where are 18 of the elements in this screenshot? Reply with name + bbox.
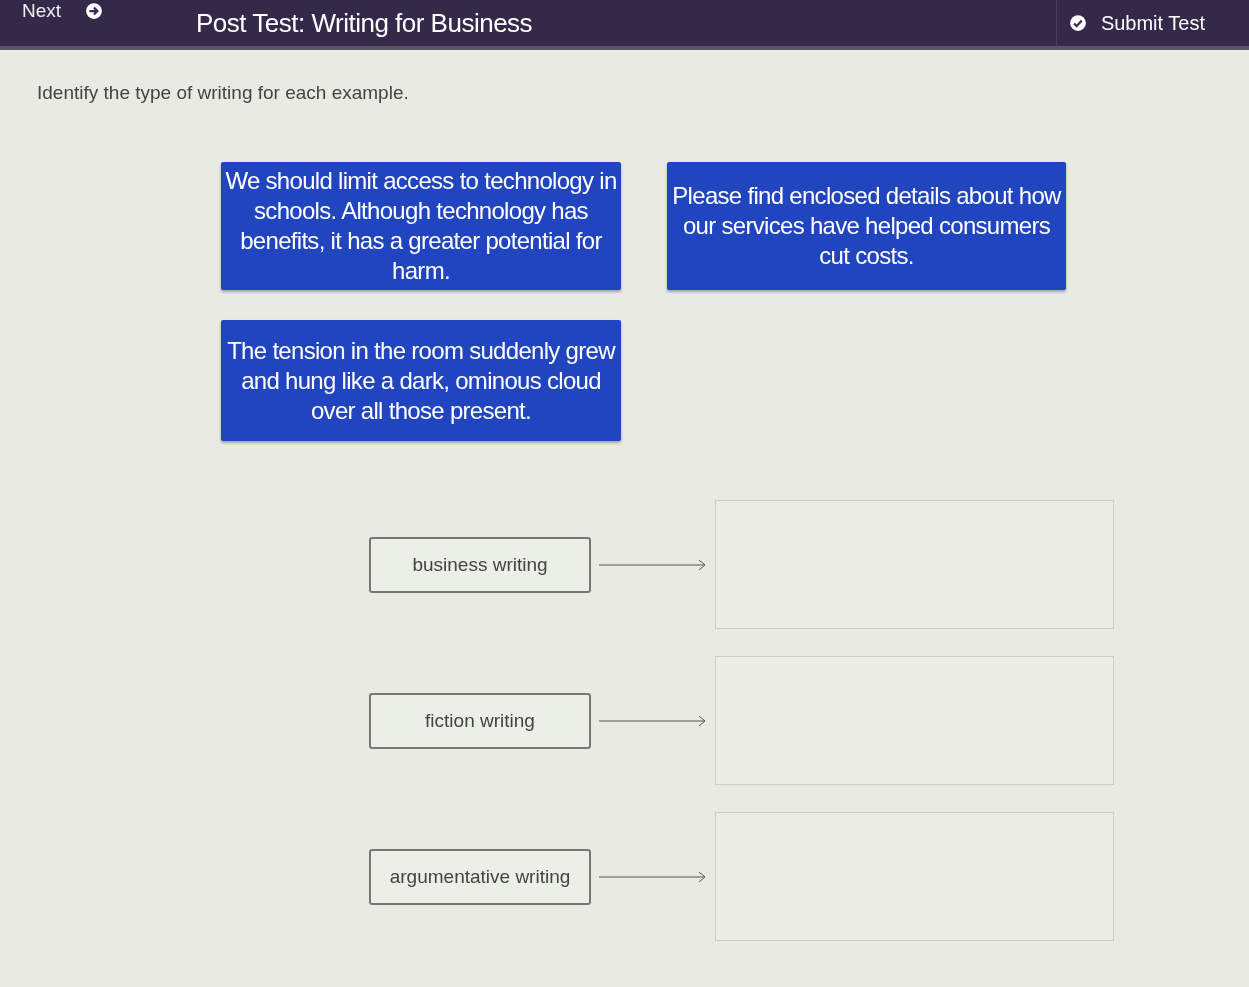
- drop-target[interactable]: [715, 656, 1114, 785]
- test-title: Post Test: Writing for Business: [195, 7, 534, 39]
- answer-tile[interactable]: We should limit access to technology in schools. Although technology has benefits, it has a greater potential for harm.: [221, 162, 621, 290]
- arrow-circle-icon[interactable]: [85, 2, 104, 20]
- answer-tile[interactable]: The tension in the room suddenly grew and hung like a dark, ominous cloud over all those present.: [221, 320, 621, 441]
- drop-target[interactable]: [715, 500, 1114, 629]
- instruction-text: Identify the type of writing for each example.: [36, 81, 410, 104]
- answer-tile[interactable]: Please find enclosed details about how our services have helped consumers cut costs.: [667, 162, 1066, 290]
- drop-target[interactable]: [715, 812, 1114, 941]
- arrow-icon: [599, 558, 707, 571]
- category-label: argumentative writing: [369, 848, 591, 905]
- arrow-icon: [599, 714, 707, 727]
- submit-test-button[interactable]: Submit Test: [1055, 0, 1249, 46]
- category-label: business writing: [369, 536, 591, 593]
- arrow-icon: [599, 870, 707, 883]
- category-label: fiction writing: [369, 692, 591, 749]
- next-link[interactable]: Next: [22, 0, 62, 22]
- check-circle-icon: [1068, 14, 1087, 32]
